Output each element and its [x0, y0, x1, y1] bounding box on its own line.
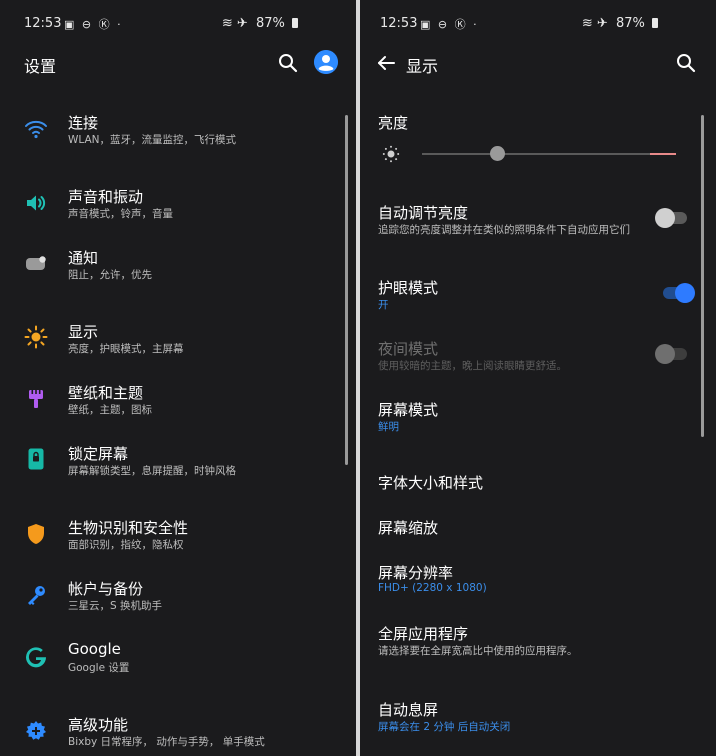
item-subtitle: 阻止，允许，优先 — [68, 269, 152, 281]
airplane-icon: ✈ — [236, 16, 248, 31]
font-size-style-title: 字体大小和样式 — [378, 474, 484, 492]
brightness-label: 亮度 — [378, 114, 409, 132]
night-mode-title: 夜间模式 — [378, 340, 439, 358]
status-right: ≋ ✈ 87% — [222, 16, 298, 31]
settings-item-google[interactable]: Google Google 设置 — [0, 640, 340, 690]
night-mode-row[interactable]: 夜间模式 使用较暗的主题，晚上阅读眼睛更舒适。 — [360, 336, 700, 380]
settings-item-accounts[interactable]: 帐户与备份 三星云，S 换机助手 — [0, 578, 340, 628]
item-subtitle: 屏幕解锁类型，息屏提醒，时钟风格 — [68, 465, 236, 477]
battery-icon — [292, 18, 298, 28]
lock-screen-icon — [28, 448, 44, 470]
settings-item-wallpaper[interactable]: 壁纸和主题 壁纸，主题，图标 — [0, 382, 340, 432]
status-time: 12:53 — [380, 16, 418, 31]
auto-brightness-toggle[interactable] — [655, 208, 687, 228]
status-right: ≋ ✈ 87% — [582, 16, 658, 31]
notification-icons: ▣ ⊖ Ⓚ · — [64, 18, 123, 31]
screen-resolution-value: FHD+ (2280 x 1080) — [378, 582, 487, 594]
night-mode-subtitle: 使用较暗的主题，晚上阅读眼睛更舒适。 — [378, 360, 567, 372]
item-title: 壁纸和主题 — [68, 384, 144, 402]
settings-item-display[interactable]: 显示 亮度，护眼模式，主屏幕 — [0, 321, 340, 371]
back-arrow-icon[interactable] — [376, 53, 396, 73]
item-title: 高级功能 — [68, 716, 129, 734]
status-bar: 12:53 ▣ ⊖ Ⓚ · ≋ ✈ 87% — [24, 16, 332, 34]
paintbrush-icon — [29, 390, 43, 408]
settings-item-biometrics[interactable]: 生物识别和安全性 面部识别，指纹，隐私权 — [0, 517, 340, 567]
notification-icons: ▣ ⊖ Ⓚ · — [420, 18, 479, 31]
battery-icon — [652, 18, 658, 28]
screen-timeout-title: 自动息屏 — [378, 701, 439, 719]
item-subtitle: WLAN，蓝牙，流量监控，飞行模式 — [68, 134, 237, 146]
fullscreen-apps-title: 全屏应用程序 — [378, 625, 469, 643]
night-mode-toggle[interactable] — [655, 344, 687, 364]
settings-item-advanced-features[interactable]: 高级功能 Bixby 日常程序， 动作与手势， 单手模式 — [0, 714, 340, 756]
item-subtitle: Bixby 日常程序， 动作与手势， 单手模式 — [68, 736, 265, 748]
auto-brightness-row[interactable]: 自动调节亮度 追踪您的亮度调整并在类似的照明条件下自动应用它们 — [360, 200, 700, 244]
eye-comfort-status: 开 — [378, 299, 389, 311]
auto-brightness-subtitle: 追踪您的亮度调整并在类似的照明条件下自动应用它们 — [378, 224, 630, 236]
shield-icon — [28, 524, 44, 544]
brightness-slider-thumb[interactable] — [490, 146, 505, 161]
status-time: 12:53 — [24, 16, 62, 31]
avatar[interactable] — [314, 50, 338, 74]
screen-mode-row[interactable]: 屏幕模式 鲜明 — [360, 397, 700, 441]
eye-comfort-row[interactable]: 护眼模式 开 — [360, 275, 700, 319]
font-size-style-row[interactable]: 字体大小和样式 — [360, 470, 700, 498]
wifi-icon: ≋ — [581, 16, 593, 31]
settings-item-lock-screen[interactable]: 锁定屏幕 屏幕解锁类型，息屏提醒，时钟风格 — [0, 443, 340, 493]
speaker-icon — [27, 195, 46, 211]
item-subtitle: 面部识别，指纹，隐私权 — [68, 539, 184, 551]
settings-item-sound[interactable]: 声音和振动 声音模式，铃声，音量 — [0, 186, 340, 236]
wifi-icon — [25, 120, 47, 139]
settings-item-connections[interactable]: 连接 WLAN，蓝牙，流量监控，飞行模式 — [0, 112, 340, 162]
scrollbar[interactable] — [701, 115, 704, 437]
sun-icon — [24, 325, 48, 349]
status-bar: 12:53 ▣ ⊖ Ⓚ · ≋ ✈ 87% — [380, 16, 692, 34]
item-title: 生物识别和安全性 — [68, 519, 189, 537]
screen-timeout-row[interactable]: 自动息屏 屏幕会在 2 分钟 后自动关闭 — [360, 697, 700, 741]
display-settings-panel: 12:53 ▣ ⊖ Ⓚ · ≋ ✈ 87% 显示 亮度 自动调节亮度 追踪您的亮… — [360, 0, 716, 756]
item-title: 显示 — [68, 323, 99, 341]
key-icon — [28, 586, 45, 605]
gear-plus-icon — [26, 721, 46, 740]
screen-mode-value: 鲜明 — [378, 421, 399, 433]
page-title: 设置 — [24, 57, 57, 76]
brightness-slider-max-marker — [650, 153, 676, 155]
fullscreen-apps-subtitle: 请选择要在全屏宽高比中使用的应用程序。 — [378, 645, 578, 657]
item-title: 锁定屏幕 — [68, 445, 129, 463]
google-icon — [26, 647, 47, 668]
scrollbar[interactable] — [345, 115, 348, 465]
item-title: 通知 — [68, 249, 99, 267]
search-icon[interactable] — [278, 53, 298, 73]
item-subtitle: Google 设置 — [68, 662, 130, 674]
item-subtitle: 声音模式，铃声，音量 — [68, 208, 173, 220]
item-title: 声音和振动 — [68, 188, 144, 206]
fullscreen-apps-row[interactable]: 全屏应用程序 请选择要在全屏宽高比中使用的应用程序。 — [360, 621, 700, 665]
item-title: 连接 — [68, 114, 99, 132]
airplane-icon: ✈ — [596, 16, 608, 31]
screen-zoom-title: 屏幕缩放 — [378, 519, 439, 537]
screen-resolution-row[interactable]: 屏幕分辨率 FHD+ (2280 x 1080) — [360, 560, 700, 604]
screen-zoom-row[interactable]: 屏幕缩放 — [360, 515, 700, 543]
item-subtitle: 壁纸，主题，图标 — [68, 404, 152, 416]
eye-comfort-toggle[interactable] — [663, 283, 695, 303]
page-title: 显示 — [406, 57, 439, 76]
item-subtitle: 亮度，护眼模式，主屏幕 — [68, 343, 184, 355]
search-icon[interactable] — [676, 53, 696, 73]
item-subtitle: 三星云，S 换机助手 — [68, 600, 163, 612]
screen-resolution-title: 屏幕分辨率 — [378, 564, 454, 582]
auto-brightness-title: 自动调节亮度 — [378, 204, 469, 222]
screen-timeout-value: 屏幕会在 2 分钟 后自动关闭 — [378, 721, 511, 733]
settings-item-notifications[interactable]: 通知 阻止，允许，优先 — [0, 247, 340, 297]
item-title: 帐户与备份 — [68, 580, 144, 598]
item-title: Google — [68, 640, 121, 658]
battery-percent: 87% — [255, 16, 285, 31]
settings-panel: 12:53 ▣ ⊖ Ⓚ · ≋ ✈ 87% 设置 连接 WLAN，蓝牙，流量监控… — [0, 0, 356, 756]
brightness-slider-track[interactable] — [422, 146, 676, 161]
wifi-icon: ≋ — [221, 16, 233, 31]
brightness-low-icon — [382, 145, 400, 163]
eye-comfort-title: 护眼模式 — [378, 279, 439, 297]
battery-percent: 87% — [615, 16, 645, 31]
screen-mode-title: 屏幕模式 — [378, 401, 439, 419]
notification-icon — [26, 256, 46, 270]
